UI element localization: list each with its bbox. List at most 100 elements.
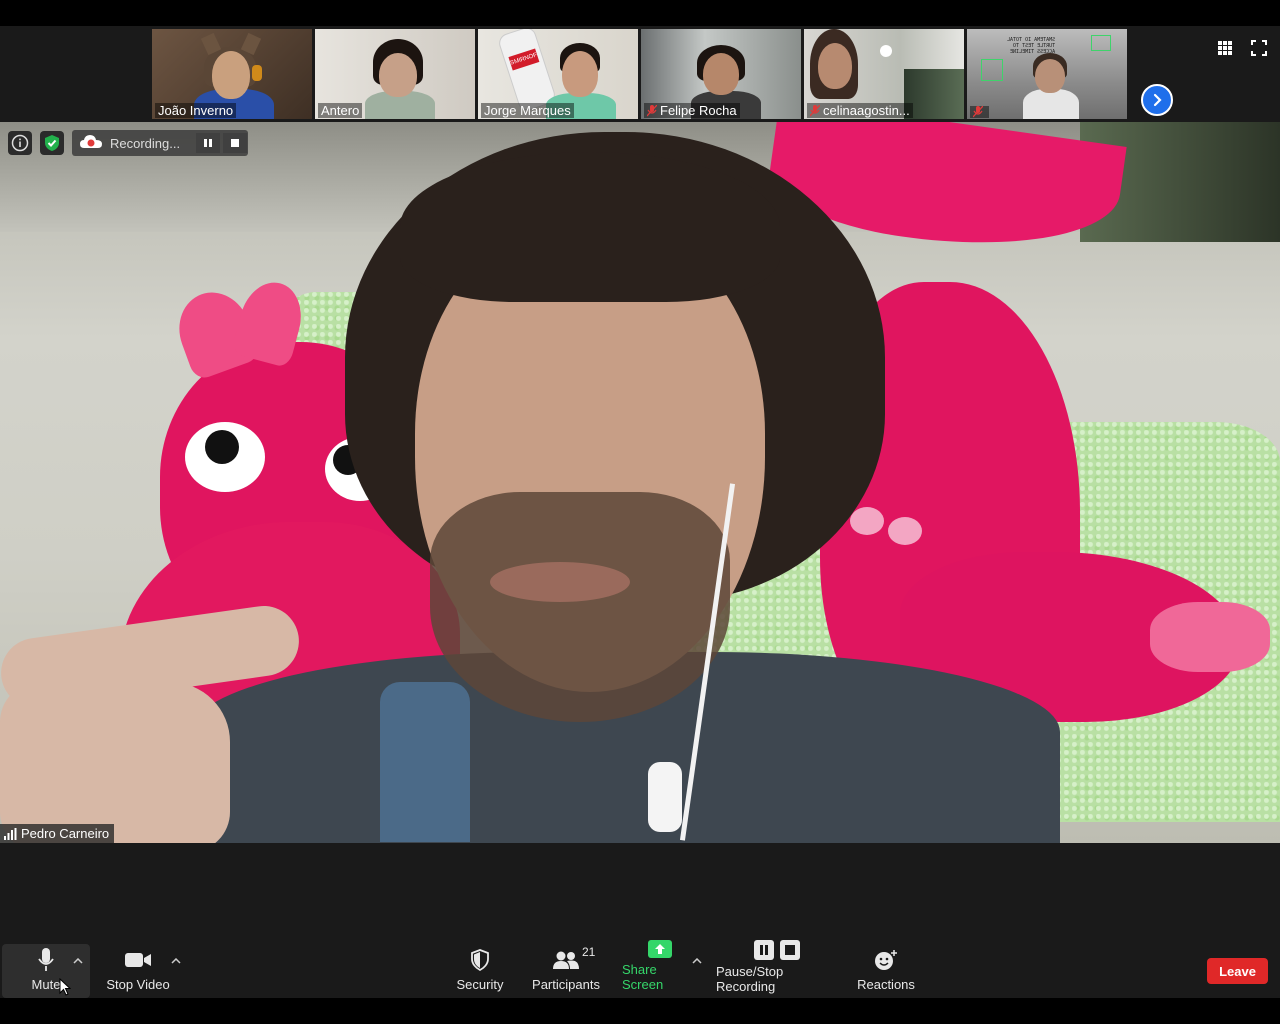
screen-bottom-edge: [0, 998, 1280, 1024]
stop-video-button[interactable]: Stop Video: [104, 944, 172, 998]
video-area-padding: [0, 843, 1280, 944]
leave-meeting-button[interactable]: Leave: [1207, 958, 1268, 984]
dragon-cake-toe: [850, 507, 884, 535]
shield-check-icon: [45, 135, 59, 151]
share-options-caret[interactable]: [691, 956, 703, 966]
pause-stop-recording-button[interactable]: Pause/Stop Recording: [716, 940, 838, 998]
mute-button[interactable]: Mute: [2, 944, 90, 998]
pause-icon: [204, 139, 212, 147]
recording-indicator: Recording...: [72, 130, 248, 156]
video-icon-wrap: [124, 947, 152, 973]
meeting-controls-toolbar: Mute Stop Video Security 21 Participants…: [0, 940, 1280, 998]
stop-icon: [780, 940, 800, 960]
pause-stop-recording-label: Pause/Stop Recording: [716, 964, 784, 994]
recording-status-label: Recording...: [110, 135, 181, 151]
participants-button[interactable]: 21 Participants: [530, 944, 602, 998]
thumbnail-video-face: [1035, 59, 1065, 93]
gallery-view-button[interactable]: [1217, 40, 1233, 56]
zoom-meeting-window: João Inverno Antero SMIRNOFF Jorge Marqu…: [0, 0, 1280, 1024]
participants-button-label: Participants: [532, 977, 600, 992]
chevron-up-icon: [171, 958, 181, 964]
dragon-cake-tail-tip: [1150, 602, 1270, 672]
participant-name-label: Antero: [318, 103, 363, 118]
participant-name: João Inverno: [158, 103, 234, 118]
active-speaker-name: Pedro Carneiro: [21, 826, 110, 841]
speaker-shirt-collar: [380, 682, 470, 842]
chevron-up-icon: [73, 958, 83, 964]
reactions-icon-wrap: [874, 947, 898, 973]
active-speaker-video: [0, 122, 1280, 843]
security-icon-wrap: [470, 947, 490, 973]
speaker-fringe: [400, 152, 780, 302]
info-icon: [11, 134, 29, 152]
thumbnail-video-face: [818, 43, 852, 89]
pause-recording-button[interactable]: [196, 133, 220, 153]
connection-strength-icon: [4, 827, 17, 840]
next-page-button[interactable]: [1141, 84, 1173, 116]
thumbnail-video-plants: [904, 69, 964, 119]
reactions-button-label: Reactions: [857, 977, 915, 992]
participant-thumbnail[interactable]: SMIRNOFF Jorge Marques: [478, 29, 638, 119]
participant-thumbnail[interactable]: celinaagostin...: [804, 29, 964, 119]
thumbnail-video-lamp: [880, 45, 892, 57]
participant-name-label: Felipe Rocha: [644, 103, 740, 118]
participant-thumbnail-strip: João Inverno Antero SMIRNOFF Jorge Marqu…: [0, 26, 1280, 122]
participant-name-label: [970, 106, 989, 118]
smiley-plus-icon: [875, 950, 897, 970]
muted-mic-icon: [973, 106, 983, 118]
share-icon-wrap: [648, 940, 672, 958]
headphone-icon: [252, 65, 262, 81]
microphone-icon: [38, 948, 54, 971]
reactions-button[interactable]: Reactions: [856, 944, 916, 998]
dragon-eye: [185, 422, 265, 492]
participant-thumbnail[interactable]: Felipe Rocha: [641, 29, 801, 119]
face-detect-box: [981, 59, 1003, 81]
mic-icon-wrap: [37, 947, 55, 973]
thumbnail-video-face: [379, 53, 417, 97]
thumbnail-video-face: [562, 51, 598, 97]
fullscreen-button[interactable]: [1251, 40, 1267, 56]
stop-icon: [231, 139, 239, 147]
grid-icon: [1218, 41, 1232, 55]
encryption-badge[interactable]: [40, 131, 64, 155]
speaker-hand: [0, 682, 230, 843]
earphone-remote: [648, 762, 682, 832]
pause-icon: [754, 940, 774, 960]
face-detect-box: [1091, 35, 1111, 51]
fullscreen-icon: [1251, 40, 1267, 56]
participants-icon-wrap: 21: [552, 945, 595, 973]
thumbnail-video-face: [212, 51, 250, 99]
participant-name: Jorge Marques: [484, 103, 571, 118]
participant-thumbnail[interactable]: SMATEMA IO TOTAL TURTLE TEST TO ACCESS T…: [967, 29, 1127, 119]
participant-name: Felipe Rocha: [660, 103, 737, 118]
speaker-mouth: [490, 562, 630, 602]
chevron-up-icon: [692, 958, 702, 964]
mute-button-label: Mute: [31, 977, 61, 992]
meeting-info-button[interactable]: [8, 131, 32, 155]
participant-name-label: Jorge Marques: [481, 103, 574, 118]
muted-mic-icon: [810, 104, 820, 116]
participant-name: Antero: [321, 103, 360, 118]
bottle-label: SMIRNOFF: [508, 48, 540, 71]
participants-count: 21: [582, 945, 596, 959]
muted-mic-icon: [647, 104, 657, 116]
speaker-beard: [430, 492, 730, 722]
participant-name-label: celinaagostin...: [807, 103, 913, 118]
recording-controls-icon-wrap: [754, 940, 800, 960]
stop-recording-button[interactable]: [223, 133, 247, 153]
share-screen-button[interactable]: Share Screen: [622, 940, 698, 998]
video-options-caret[interactable]: [170, 956, 182, 966]
participants-icon: [553, 951, 579, 969]
security-button[interactable]: Security: [450, 944, 510, 998]
security-button-label: Security: [456, 977, 504, 992]
mouse-pointer-icon: [59, 978, 71, 996]
video-camera-icon: [125, 953, 151, 967]
cloud-record-icon: [80, 135, 102, 148]
chevron-right-icon: [1153, 93, 1162, 107]
participant-thumbnail[interactable]: João Inverno: [152, 29, 312, 119]
stop-video-button-label: Stop Video: [106, 977, 170, 992]
share-screen-button-label: Share Screen: [622, 962, 664, 992]
thumbnail-video-shirt: [1023, 89, 1079, 119]
audio-options-caret[interactable]: [72, 956, 84, 966]
participant-thumbnail[interactable]: Antero: [315, 29, 475, 119]
